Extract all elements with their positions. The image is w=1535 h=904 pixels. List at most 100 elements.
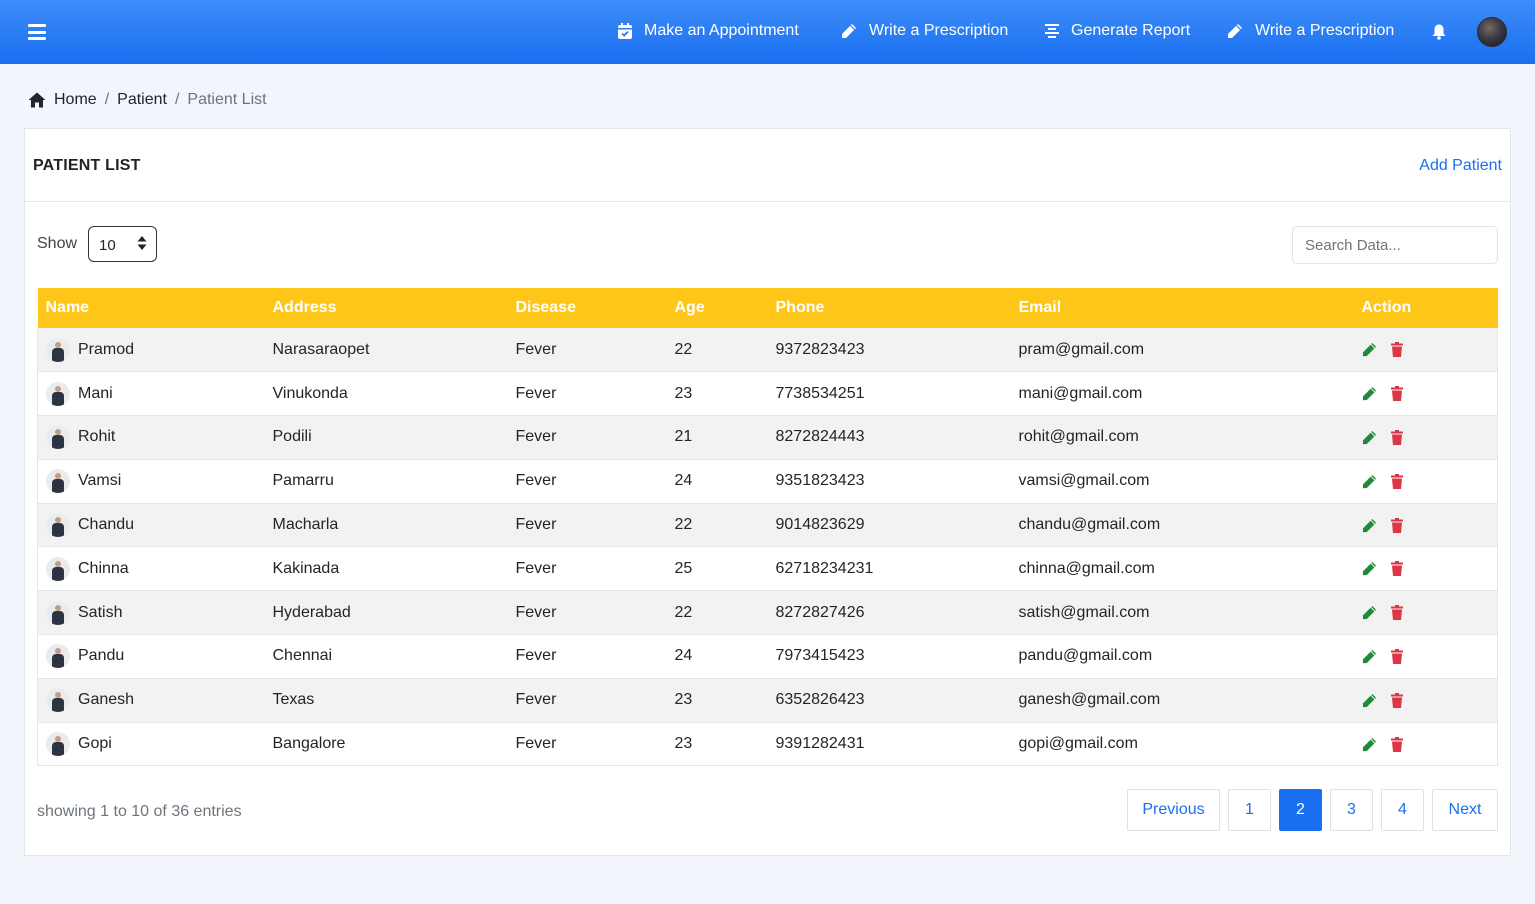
patient-address: Podili [272, 428, 312, 446]
column-header-email[interactable]: Email [1011, 288, 1354, 328]
edit-icon[interactable] [1362, 561, 1377, 576]
edit-icon[interactable] [1362, 430, 1377, 445]
page-button[interactable]: 3 [1330, 789, 1373, 831]
calendar-check-icon [618, 23, 632, 39]
page-title: PATIENT LIST [33, 157, 141, 174]
column-header-phone[interactable]: Phone [768, 288, 1011, 328]
menu-toggle-icon[interactable] [28, 24, 46, 40]
patient-disease: Fever [515, 735, 557, 753]
patient-name-cell: Gopi [46, 732, 265, 757]
patient-email: mani@gmail.com [1018, 384, 1143, 402]
patient-phone: 9372823423 [775, 340, 865, 358]
patient-phone: 8272827426 [775, 603, 865, 621]
edit-icon[interactable] [1362, 649, 1377, 664]
trash-icon[interactable] [1390, 517, 1403, 533]
patient-email: pandu@gmail.com [1018, 647, 1153, 665]
table-header-row: Name Address Disease Age Phone Email Act… [37, 288, 1498, 328]
patient-address: Bangalore [272, 735, 346, 753]
table-row[interactable]: Chinna Kakinada Fever 25 62718234231 chinna@g… [37, 546, 1498, 591]
patient-address: Texas [272, 691, 315, 709]
column-header-age[interactable]: Age [667, 288, 768, 328]
patient-name-cell: Mani [46, 381, 265, 406]
table-row[interactable]: Ganesh Texas Fever 23 6352826423 ganesh@gmail… [37, 678, 1498, 723]
edit-icon[interactable] [1362, 518, 1377, 533]
patient-address: Kakinada [272, 559, 340, 577]
table-row[interactable]: Vamsi Pamarru Fever 24 9351823423 vamsi@gmail… [37, 459, 1498, 504]
edit-icon[interactable] [1362, 605, 1377, 620]
trash-icon[interactable] [1390, 429, 1403, 445]
patient-email: rohit@gmail.com [1018, 428, 1139, 446]
table-row[interactable]: Gopi Bangalore Fever 23 9391282431 gopi@gmail… [37, 722, 1498, 766]
patient-email: pram@gmail.com [1018, 340, 1145, 358]
breadcrumb-patient[interactable]: Patient [117, 91, 167, 109]
trash-icon[interactable] [1390, 605, 1403, 621]
edit-icon[interactable] [1362, 693, 1377, 708]
trash-icon[interactable] [1390, 561, 1403, 577]
pagination: Previous 1 2 3 4 Next [1119, 789, 1498, 831]
add-patient-link[interactable]: Add Patient [1419, 157, 1502, 175]
show-label: Show [37, 235, 78, 252]
row-actions [1362, 386, 1498, 402]
previous-page-button[interactable]: Previous [1127, 789, 1220, 831]
nav-generate-report[interactable]: Generate Report [1045, 22, 1190, 40]
search-input[interactable] [1292, 226, 1498, 264]
patient-avatar [46, 337, 70, 362]
row-actions [1362, 605, 1498, 621]
patient-phone: 9014823629 [775, 516, 865, 534]
trash-icon[interactable] [1390, 692, 1403, 708]
patient-name-cell: Chinna [46, 556, 265, 581]
column-header-disease[interactable]: Disease [508, 288, 667, 328]
pencil-icon [1228, 24, 1242, 38]
next-page-button[interactable]: Next [1432, 789, 1498, 831]
column-header-name[interactable]: Name [38, 288, 265, 328]
patient-name: Vamsi [78, 472, 122, 490]
trash-icon[interactable] [1390, 473, 1403, 489]
bell-icon[interactable] [1432, 24, 1446, 40]
edit-icon[interactable] [1362, 386, 1377, 401]
nav-label: Generate Report [1071, 22, 1191, 39]
trash-icon[interactable] [1390, 342, 1403, 358]
nav-write-prescription-2[interactable]: Write a Prescription [1227, 22, 1394, 40]
table-row[interactable]: Pramod Narasaraopet Fever 22 9372823423 pram@… [37, 328, 1498, 372]
row-actions [1362, 561, 1498, 577]
nav-label: Make an Appointment [644, 22, 799, 39]
page-button[interactable]: 1 [1228, 789, 1271, 831]
nav-write-prescription[interactable]: Write a Prescription [841, 22, 1008, 40]
card-header: PATIENT LIST Add Patient [25, 129, 1510, 202]
patient-name: Gopi [78, 735, 112, 753]
page-button-active[interactable]: 2 [1279, 789, 1322, 831]
trash-icon[interactable] [1390, 736, 1403, 752]
page-size-value: 10 [99, 237, 116, 254]
patient-avatar [46, 688, 70, 713]
edit-icon[interactable] [1362, 737, 1377, 752]
column-header-action: Action [1361, 299, 1412, 316]
patient-disease: Fever [515, 428, 557, 446]
patient-name: Ganesh [78, 691, 135, 709]
page-size-select[interactable]: 10 [88, 226, 157, 262]
page-button[interactable]: 4 [1381, 789, 1424, 831]
trash-icon[interactable] [1390, 386, 1403, 402]
patient-address: Chennai [272, 647, 333, 665]
trash-icon[interactable] [1390, 648, 1403, 664]
patient-disease: Fever [515, 472, 557, 490]
row-actions [1362, 517, 1498, 533]
user-avatar[interactable] [1477, 17, 1507, 47]
table-row[interactable]: Satish Hyderabad Fever 22 8272827426 satish@g… [37, 590, 1498, 635]
patient-name: Chandu [78, 516, 135, 534]
patient-age: 22 [674, 340, 693, 358]
table-row[interactable]: Rohit Podili Fever 21 8272824443 rohit@gmail.… [37, 415, 1498, 460]
breadcrumb-home[interactable]: Home [54, 91, 97, 109]
edit-icon[interactable] [1362, 474, 1377, 489]
edit-icon[interactable] [1362, 342, 1377, 357]
patient-address: Pamarru [272, 472, 334, 490]
table-row[interactable]: Chandu Macharla Fever 22 9014823629 chandu@gm… [37, 503, 1498, 547]
table-row[interactable]: Mani Vinukonda Fever 23 7738534251 mani@gmail… [37, 371, 1498, 416]
patient-age: 25 [674, 559, 693, 577]
patient-avatar [46, 425, 70, 450]
patient-phone: 8272824443 [775, 428, 865, 446]
table-row[interactable]: Pandu Chennai Fever 24 7973415423 pandu@gmail… [37, 634, 1498, 679]
patient-disease: Fever [515, 647, 557, 665]
patient-phone: 62718234231 [775, 559, 874, 577]
column-header-address[interactable]: Address [265, 288, 508, 328]
nav-make-appointment[interactable]: Make an Appointment [618, 22, 799, 40]
